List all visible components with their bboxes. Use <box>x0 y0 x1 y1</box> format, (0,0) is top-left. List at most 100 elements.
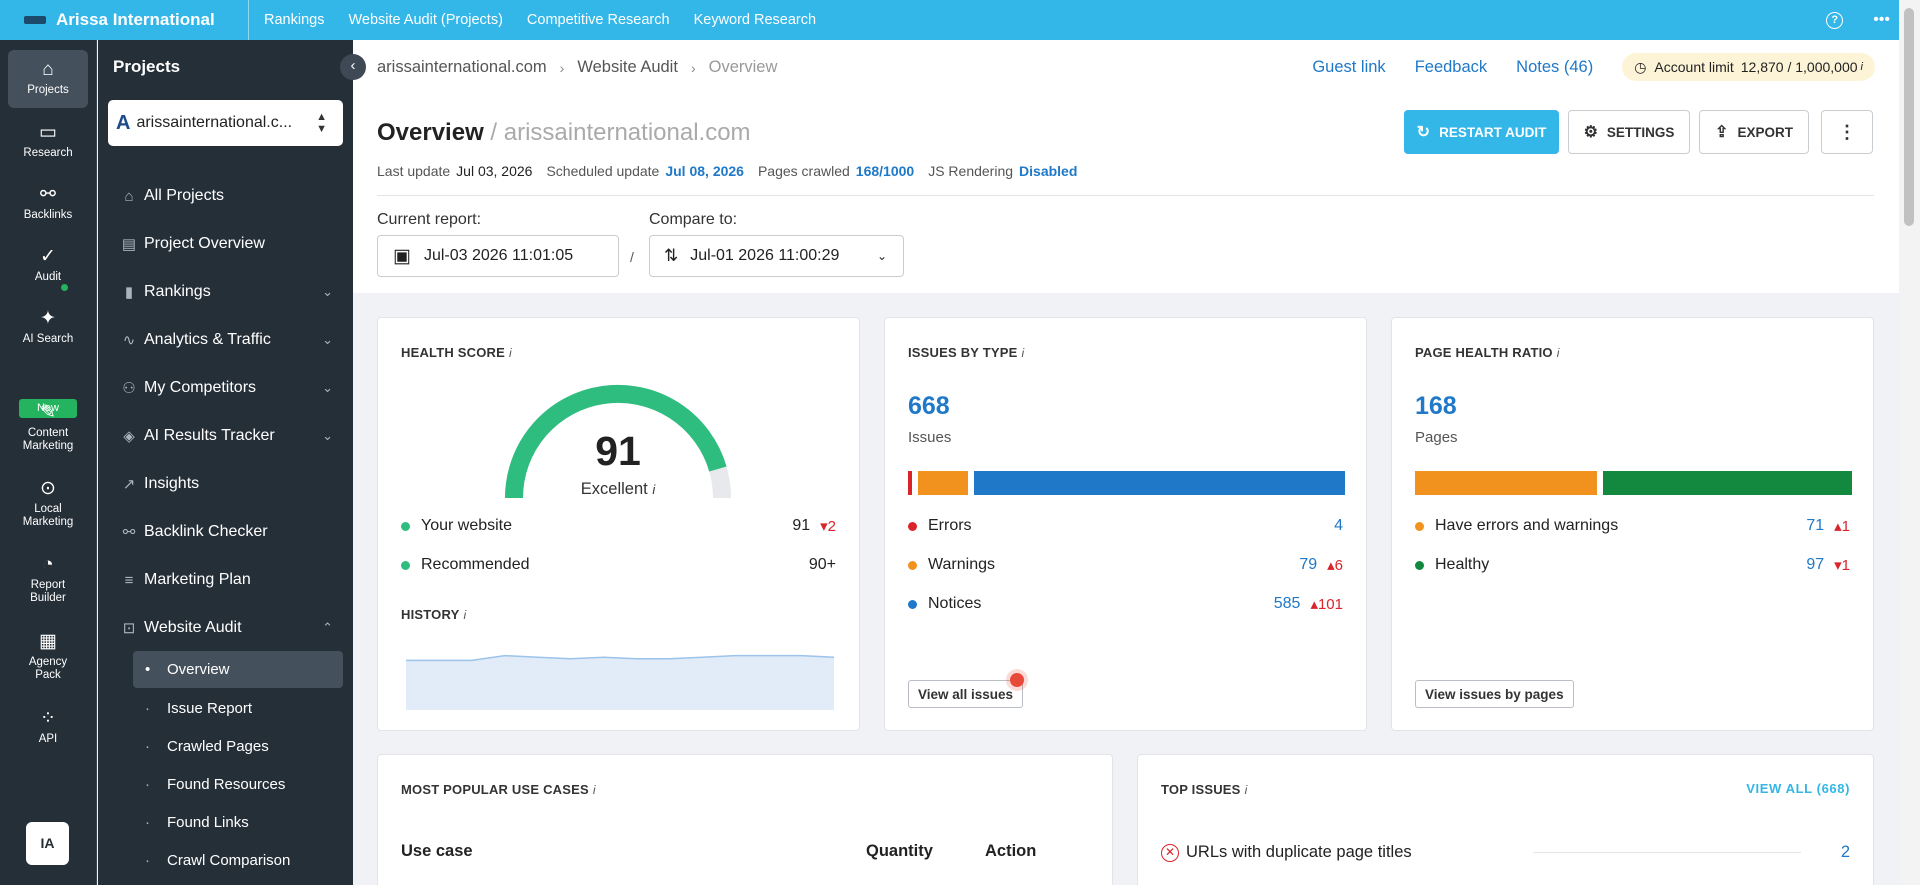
card-title: ISSUES BY TYPE i <box>908 345 1024 360</box>
project-name: arissainternational.c... <box>136 114 293 131</box>
info-icon[interactable]: i <box>1245 783 1248 797</box>
sidebar-item-ai-results-tracker[interactable]: ◈ AI Results Tracker ⌄ <box>98 412 353 460</box>
legend-dot <box>908 521 917 531</box>
sidebar-sub-found-links[interactable]: · Found Links <box>133 804 343 841</box>
history-area <box>406 655 834 710</box>
rail-ai-search[interactable]: ✦ AI Search <box>8 308 88 345</box>
rail-label: Backlinks <box>23 209 73 221</box>
errors-warnings-row[interactable]: Have errors and warnings 71 ▴1 <box>1415 514 1850 538</box>
sidebar-item-insights[interactable]: ↗ Insights <box>98 460 353 508</box>
scheduled-update-link[interactable]: Jul 08, 2026 <box>665 163 744 179</box>
export-label: EXPORT <box>1737 124 1793 140</box>
delta-up: ▴1 <box>1834 518 1850 535</box>
rail-local-marketing[interactable]: ⊙ Local Marketing <box>8 478 88 529</box>
view-issues-by-pages-button[interactable]: View issues by pages <box>1415 680 1574 708</box>
info-icon[interactable]: i <box>1022 346 1025 360</box>
current-report-select[interactable]: ▣ Jul-03 2026 11:01:05 <box>377 235 619 277</box>
swap-icon: ⇅ <box>664 246 679 265</box>
rail-api[interactable]: ⁘ API <box>8 708 88 745</box>
js-rendering-link[interactable]: Disabled <box>1019 163 1077 179</box>
top-issue-count[interactable]: 2 <box>1841 843 1850 862</box>
health-rating-text: Excellent <box>580 480 648 498</box>
scrollbar-thumb[interactable] <box>1904 8 1914 226</box>
audit-meta: Last update Jul 03, 2026 Scheduled updat… <box>377 163 1091 179</box>
rail-agency-pack[interactable]: ▦ Agency Pack <box>8 631 88 682</box>
info-icon[interactable]: i <box>1557 346 1560 360</box>
issues-total[interactable]: 668 <box>908 392 950 421</box>
bullet-icon: · <box>145 700 150 717</box>
healthy-row[interactable]: Healthy 97 ▾1 <box>1415 553 1850 577</box>
info-icon[interactable]: i <box>509 346 512 360</box>
sidebar-item-analytics[interactable]: ∿ Analytics & Traffic ⌄ <box>98 316 353 364</box>
delta-up: ▴6 <box>1327 557 1343 574</box>
top-nav-competitive-research[interactable]: Competitive Research <box>527 12 670 28</box>
edit-icon: ✎ <box>40 402 56 423</box>
collapse-sidebar-button[interactable]: ‹ <box>340 54 366 80</box>
settings-button[interactable]: ⚙ SETTINGS <box>1568 110 1690 154</box>
export-button[interactable]: ⇪ EXPORT <box>1699 110 1809 154</box>
sidebar-item-rankings[interactable]: ▮ Rankings ⌄ <box>98 268 353 316</box>
notes-link[interactable]: Notes (46) <box>1516 58 1593 77</box>
view-all-issues-button[interactable]: View all issues <box>908 680 1024 708</box>
breadcrumb-website-audit[interactable]: Website Audit <box>577 58 678 77</box>
rail-backlinks[interactable]: ⚯ Backlinks <box>8 184 88 221</box>
guest-link[interactable]: Guest link <box>1312 58 1385 77</box>
rail-audit[interactable]: ✓ Audit <box>8 246 88 283</box>
help-icon[interactable]: ? <box>1826 11 1844 29</box>
pin-icon: ⊙ <box>40 478 56 499</box>
breadcrumb-project[interactable]: arissainternational.com <box>377 58 547 77</box>
sidebar-item-my-competitors[interactable]: ⚇ My Competitors ⌄ <box>98 364 353 412</box>
sparkle-icon: ✦ <box>40 308 56 329</box>
report-separator: / <box>630 249 634 265</box>
sidebar-sub-found-resources[interactable]: · Found Resources <box>133 766 343 803</box>
top-issue-row[interactable]: ✕ URLs with duplicate page titles <box>1161 843 1412 862</box>
sidebar-item-label: Website Audit <box>144 619 242 636</box>
info-icon[interactable]: i <box>463 608 466 622</box>
sidebar-sub-crawled-pages[interactable]: · Crawled Pages <box>133 728 343 765</box>
sidebar: Projects ‹ A arissainternational.c... ▲ ▼… <box>98 40 366 885</box>
top-nav-keyword-research[interactable]: Keyword Research <box>694 12 817 28</box>
restart-audit-button[interactable]: ↻ RESTART AUDIT <box>1404 110 1559 154</box>
rail-content-marketing[interactable]: ✎ Content Marketing <box>8 402 88 453</box>
healthy-value: 97 <box>1806 556 1825 573</box>
sidebar-item-all-projects[interactable]: ⌂ All Projects <box>98 172 353 220</box>
building-icon: ▦ <box>39 631 57 652</box>
pages-crawled-link[interactable]: 168/1000 <box>856 163 914 179</box>
top-nav-rankings[interactable]: Rankings <box>264 12 324 28</box>
rail-research[interactable]: ▭ Research <box>8 122 88 159</box>
legend-dot <box>908 560 917 570</box>
sidebar-item-label: Rankings <box>144 283 211 300</box>
feedback-link[interactable]: Feedback <box>1415 58 1487 77</box>
top-issues-card: TOP ISSUES i VIEW ALL (668) ✕ URLs with d… <box>1137 754 1874 885</box>
users-icon: ⚇ <box>122 380 136 397</box>
more-options-button[interactable]: ⋮ <box>1821 110 1873 154</box>
sidebar-item-marketing-plan[interactable]: ≡ Marketing Plan <box>98 556 353 604</box>
sidebar-sub-crawl-comparison[interactable]: · Crawl Comparison <box>133 842 343 879</box>
info-icon[interactable]: i <box>593 783 596 797</box>
view-all-issues-link[interactable]: VIEW ALL (668) <box>1746 781 1850 796</box>
warnings-row[interactable]: Warnings 79 ▴6 <box>908 553 1343 577</box>
notices-row[interactable]: Notices 585 ▴101 <box>908 592 1343 616</box>
top-nav-website-audit[interactable]: Website Audit (Projects) <box>348 12 502 28</box>
sidebar-sub-overview[interactable]: • Overview <box>133 651 343 688</box>
sidebar-item-backlink-checker[interactable]: ⚯ Backlink Checker <box>98 508 353 556</box>
compare-to-select[interactable]: ⇅ Jul-01 2026 11:00:29 ⌄ <box>649 235 904 277</box>
rail-report-builder[interactable]: ◔ Report Builder <box>8 554 88 605</box>
brand[interactable]: Arissa International <box>0 0 248 40</box>
divider <box>377 195 1874 196</box>
sidebar-item-website-audit[interactable]: ⊡ Website Audit ⌃ <box>98 604 353 652</box>
errors-row[interactable]: Errors 4 <box>908 514 1343 538</box>
chevron-right-icon: › <box>559 59 565 76</box>
info-icon[interactable]: i <box>1861 61 1863 73</box>
pages-total[interactable]: 168 <box>1415 392 1457 421</box>
chevron-down-icon: ⌄ <box>876 249 887 263</box>
project-selector[interactable]: A arissainternational.c... ▲ ▼ <box>108 100 343 146</box>
rail-projects[interactable]: ⌂ Projects <box>8 50 88 108</box>
page-scrollbar[interactable] <box>1899 0 1920 885</box>
info-icon[interactable]: i <box>652 482 655 497</box>
sidebar-sub-issue-report[interactable]: · Issue Report <box>133 690 343 727</box>
avatar[interactable]: IA <box>26 822 69 865</box>
sidebar-item-project-overview[interactable]: ▤ Project Overview <box>98 220 353 268</box>
more-dots-icon[interactable]: ••• <box>1873 11 1890 29</box>
rail-label: Audit <box>34 271 62 283</box>
